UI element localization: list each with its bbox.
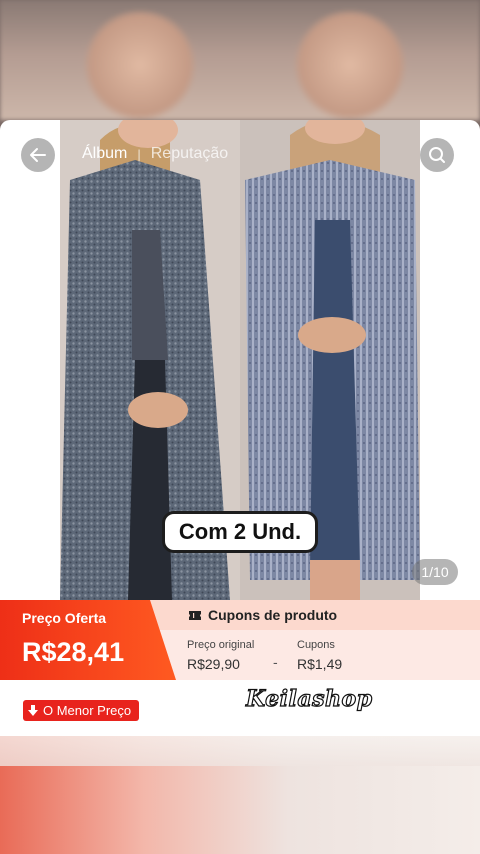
background-blur-top <box>0 0 480 120</box>
offer-price-panel: Preço Oferta R$28,41 <box>0 600 176 680</box>
back-button[interactable] <box>21 138 55 172</box>
tab-separator: | <box>137 146 141 162</box>
image-topbar: Álbum | Reputação <box>0 138 480 172</box>
offer-price-label: Preço Oferta <box>22 610 107 626</box>
image-caption: Com 2 Und. <box>162 511 318 553</box>
search-icon <box>429 147 445 163</box>
image-tabs: Álbum | Reputação <box>82 145 228 163</box>
shop-name-watermark: Keilashop <box>245 685 373 712</box>
arrow-left-icon <box>30 148 46 162</box>
original-price-value: R$29,90 <box>187 656 240 672</box>
arrow-down-icon <box>27 704 39 717</box>
image-page-counter: 1/10 <box>412 559 458 585</box>
coupon-discount-label: Cupons <box>297 639 335 651</box>
background-blur-bottom <box>0 736 480 854</box>
blurred-face <box>290 10 410 120</box>
ticket-icon <box>189 610 201 620</box>
offer-price-value: R$28,41 <box>22 637 125 667</box>
background-strip <box>0 736 480 766</box>
lowest-price-label: O Menor Preço <box>43 703 132 718</box>
tab-reputation[interactable]: Reputação <box>151 145 228 163</box>
original-price-label: Preço original <box>187 639 255 651</box>
product-card: Álbum | Reputação Com 2 Und. 1/10 Cupons… <box>0 120 480 736</box>
coupon-header[interactable]: Cupons de produto <box>148 600 480 630</box>
blurred-face <box>80 10 200 120</box>
lowest-price-badge: O Menor Preço <box>23 700 140 721</box>
tab-album[interactable]: Álbum <box>82 145 127 163</box>
coupon-header-label: Cupons de produto <box>208 607 338 623</box>
coupon-discount-value: R$1,49 <box>297 656 343 672</box>
search-button[interactable] <box>420 138 454 172</box>
minus-sign: - <box>273 654 278 670</box>
